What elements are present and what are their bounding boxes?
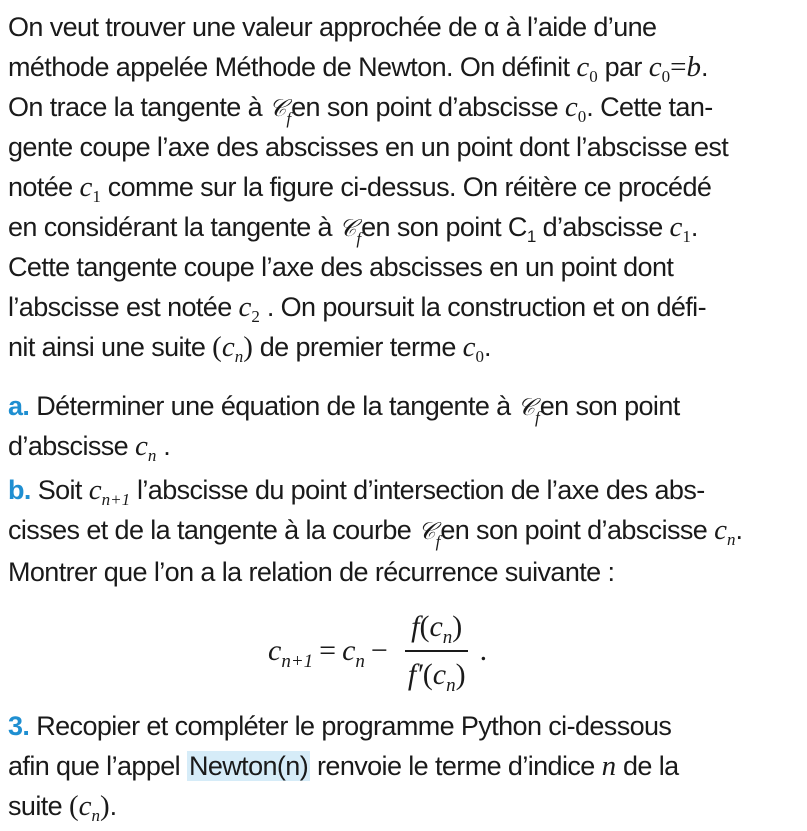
math-c0: c0 [462,331,485,366]
text-segment: cisses et de la tangente à la courbe [8,515,419,545]
text-segment: en son point d’abscisse [291,92,565,122]
question-3-label: 3. [8,711,30,741]
text-segment: en considérant la tangente à [8,212,339,242]
text-segment: méthode appelée Méthode de Newton. On dé… [8,52,577,82]
paragraph-line-4: gente coupe l’axe des abscisses en un po… [8,128,729,166]
question-b-label: b. [8,475,31,505]
math-c1: c1 [669,211,691,246]
curve-cf-symbol: 𝒞f [517,393,540,427]
text-segment: . [156,431,171,461]
text-segment: . [700,52,708,82]
newton-recurrence-formula: cn+1 = cn − f(cn) f′(cn) . [268,596,487,706]
question-b-line-3: Montrer que l’on a la relation de récurr… [8,553,615,591]
text-segment: Recopier et compléter le programme Pytho… [29,711,672,741]
paragraph-line-3: On trace la tangente à 𝒞fen son point d’… [8,88,713,128]
point-index: 1 [526,227,536,246]
text-segment: afin que l’appel [8,751,187,781]
text-segment: . [690,212,698,242]
text-segment: Déterminer une équation de la tangente à [29,391,518,421]
math-cn: cn [714,514,736,549]
math-c0: c0 [564,91,587,126]
text-segment: nit ainsi une suite [8,332,213,362]
text-segment: d’abscisse [535,212,670,242]
paragraph-line-6: en considérant la tangente à 𝒞fen son po… [8,208,698,248]
formula-fraction: f(cn) f′(cn) [402,610,472,696]
question-3-line-2: afin que l’appel Newton(n) renvoie le te… [8,747,679,785]
text-segment: en son point d’abscisse [440,515,715,545]
exercise-text: On veut trouver une valeur approchée de … [0,0,807,831]
math-c1: c1 [79,171,101,206]
question-b-line-2: cisses et de la tangente à la courbe 𝒞fe… [8,511,743,551]
text-segment: renvoie le terme d’indice [310,751,602,781]
paragraph-line-1: On veut trouver une valeur approchée de … [8,8,657,46]
text-segment: par [597,52,649,82]
formula-period: . [479,634,488,667]
curve-cf-symbol: 𝒞f [418,517,441,551]
text-segment: notée [8,172,80,202]
text-segment: . [484,332,491,362]
math-cn: cn [134,430,157,465]
formula-minus: − [370,634,388,667]
math-n: n [601,750,617,782]
curve-cf-symbol: 𝒞f [268,94,292,128]
paragraph-line-8: l’abscisse est notée c2 . On poursuit la… [8,288,707,326]
curve-cf-symbol: 𝒞f [338,214,362,248]
question-a-line-2: d’abscisse cn . [8,427,171,465]
formula-cn: cn [342,634,365,672]
text-segment: Soit [30,475,89,505]
text-segment: en son point [539,391,681,421]
text-segment: l’abscisse du point d’intersection de l’… [130,475,705,505]
text-segment: en son point C [361,212,527,242]
text-segment: suite [8,791,69,821]
math-cn-plus-1: cn+1 [88,474,131,509]
question-3-line-3: suite (cn). [8,787,117,825]
math-c2: c2 [238,291,260,326]
paragraph-line-2: méthode appelée Méthode de Newton. On dé… [8,48,708,86]
formula-equals: = [319,634,337,667]
math-c0-equals-b: c0=b [648,51,701,86]
paragraph-line-7: Cette tangente coupe l’axe des abscisses… [8,248,674,286]
text-segment: l’abscisse est notée [8,292,239,322]
text-segment: On veut trouver une valeur approchée de … [8,12,657,42]
text-segment: de premier terme [252,332,463,362]
text-segment: . [109,791,117,821]
text-segment: d’abscisse [8,431,135,461]
math-sequence-cn: (cn) [212,331,253,366]
math-sequence-cn: (cn) [68,790,110,825]
text-segment: . Cette tan- [586,92,713,122]
paragraph-line-9: nit ainsi une suite (cn) de premier term… [8,328,492,366]
text-segment: Montrer que l’on a la relation de récurr… [8,557,615,587]
question-3-line-1: 3. Recopier et compléter le programme Py… [8,707,672,745]
math-c0: c0 [576,51,598,86]
text-segment: gente coupe l’axe des abscisses en un po… [8,132,729,162]
fraction-numerator: f(cn) [405,610,469,652]
text-segment: de la [616,751,679,781]
question-a-line-1: a. Déterminer une équation de la tangent… [8,387,681,427]
formula-lhs: cn+1 [268,634,314,672]
text-segment: . On poursuit la construction et on défi… [259,292,707,322]
question-b-line-1: b. Soit cn+1 l’abscisse du point d’inter… [8,471,705,509]
text-segment: Cette tangente coupe l’axe des abscisses… [8,252,674,282]
fraction-denominator: f′(cn) [407,658,466,696]
text-segment: comme sur la figure ci-dessus. On réitèr… [100,172,712,202]
text-segment: . [735,515,743,545]
text-segment: On trace la tangente à [8,92,269,122]
code-newton-call: Newton(n) [186,751,311,781]
paragraph-line-5: notée c1 comme sur la figure ci-dessus. … [8,168,712,206]
question-a-label: a. [8,391,30,421]
